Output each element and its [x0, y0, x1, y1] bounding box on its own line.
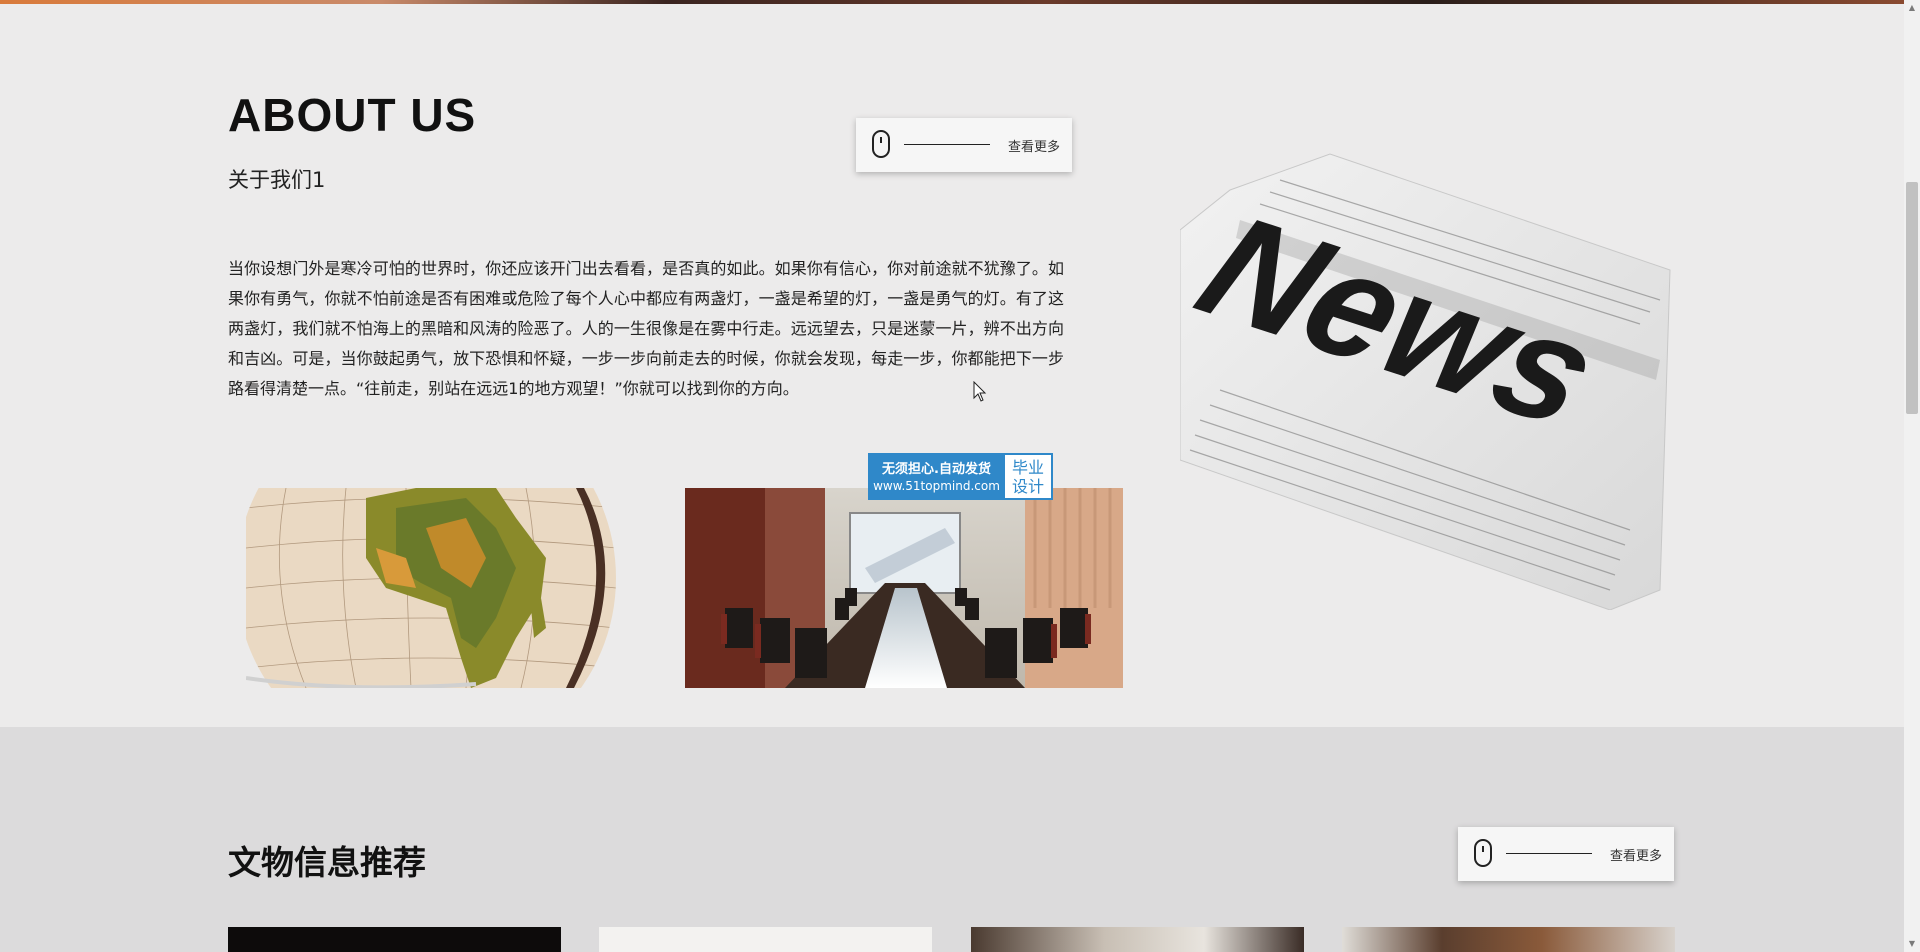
scrollbar-thumb[interactable] — [1906, 182, 1918, 414]
badge-line1: 无须担心.自动发货 — [882, 462, 991, 477]
mouse-icon — [1474, 839, 1492, 867]
artifact-card[interactable] — [1342, 927, 1675, 952]
recommend-more-button[interactable]: 查看更多 — [1458, 827, 1674, 881]
scroll-down-arrow-icon[interactable]: ▼ — [1906, 938, 1918, 950]
globe-image — [246, 488, 616, 688]
about-subtitle: 关于我们1 — [228, 168, 326, 192]
vertical-scrollbar[interactable] — [1904, 0, 1920, 952]
about-body-text: 当你设想门外是寒冷可怕的世界时，你还应该开门出去看看，是否真的如此。如果你有信心… — [228, 259, 1064, 398]
more-label: 查看更多 — [1008, 140, 1061, 155]
more-label: 查看更多 — [1610, 849, 1663, 864]
watermark-badge-link[interactable]: 无须担心.自动发货 www.51topmind.com 毕业设计 — [868, 453, 1053, 500]
meeting-room-image — [685, 488, 1123, 688]
badge-line2: www.51topmind.com — [873, 479, 1000, 493]
scroll-up-arrow-icon[interactable]: ▲ — [1906, 2, 1918, 14]
mouse-icon — [872, 130, 890, 158]
mouse-cursor-icon — [973, 381, 987, 402]
artifact-card[interactable] — [599, 927, 932, 952]
news-newspaper-image: News — [1180, 150, 1676, 610]
artifact-card[interactable] — [971, 927, 1304, 952]
divider-line — [1506, 853, 1592, 854]
about-more-button[interactable]: 查看更多 — [856, 118, 1072, 172]
recommend-title: 文物信息推荐 — [228, 843, 426, 882]
artifact-card[interactable] — [228, 927, 561, 952]
badge-right-text: 毕业设计 — [1005, 455, 1051, 498]
about-title: ABOUT US — [228, 89, 477, 141]
badge-left: 无须担心.自动发货 www.51topmind.com — [869, 454, 1004, 499]
divider-line — [904, 144, 990, 145]
